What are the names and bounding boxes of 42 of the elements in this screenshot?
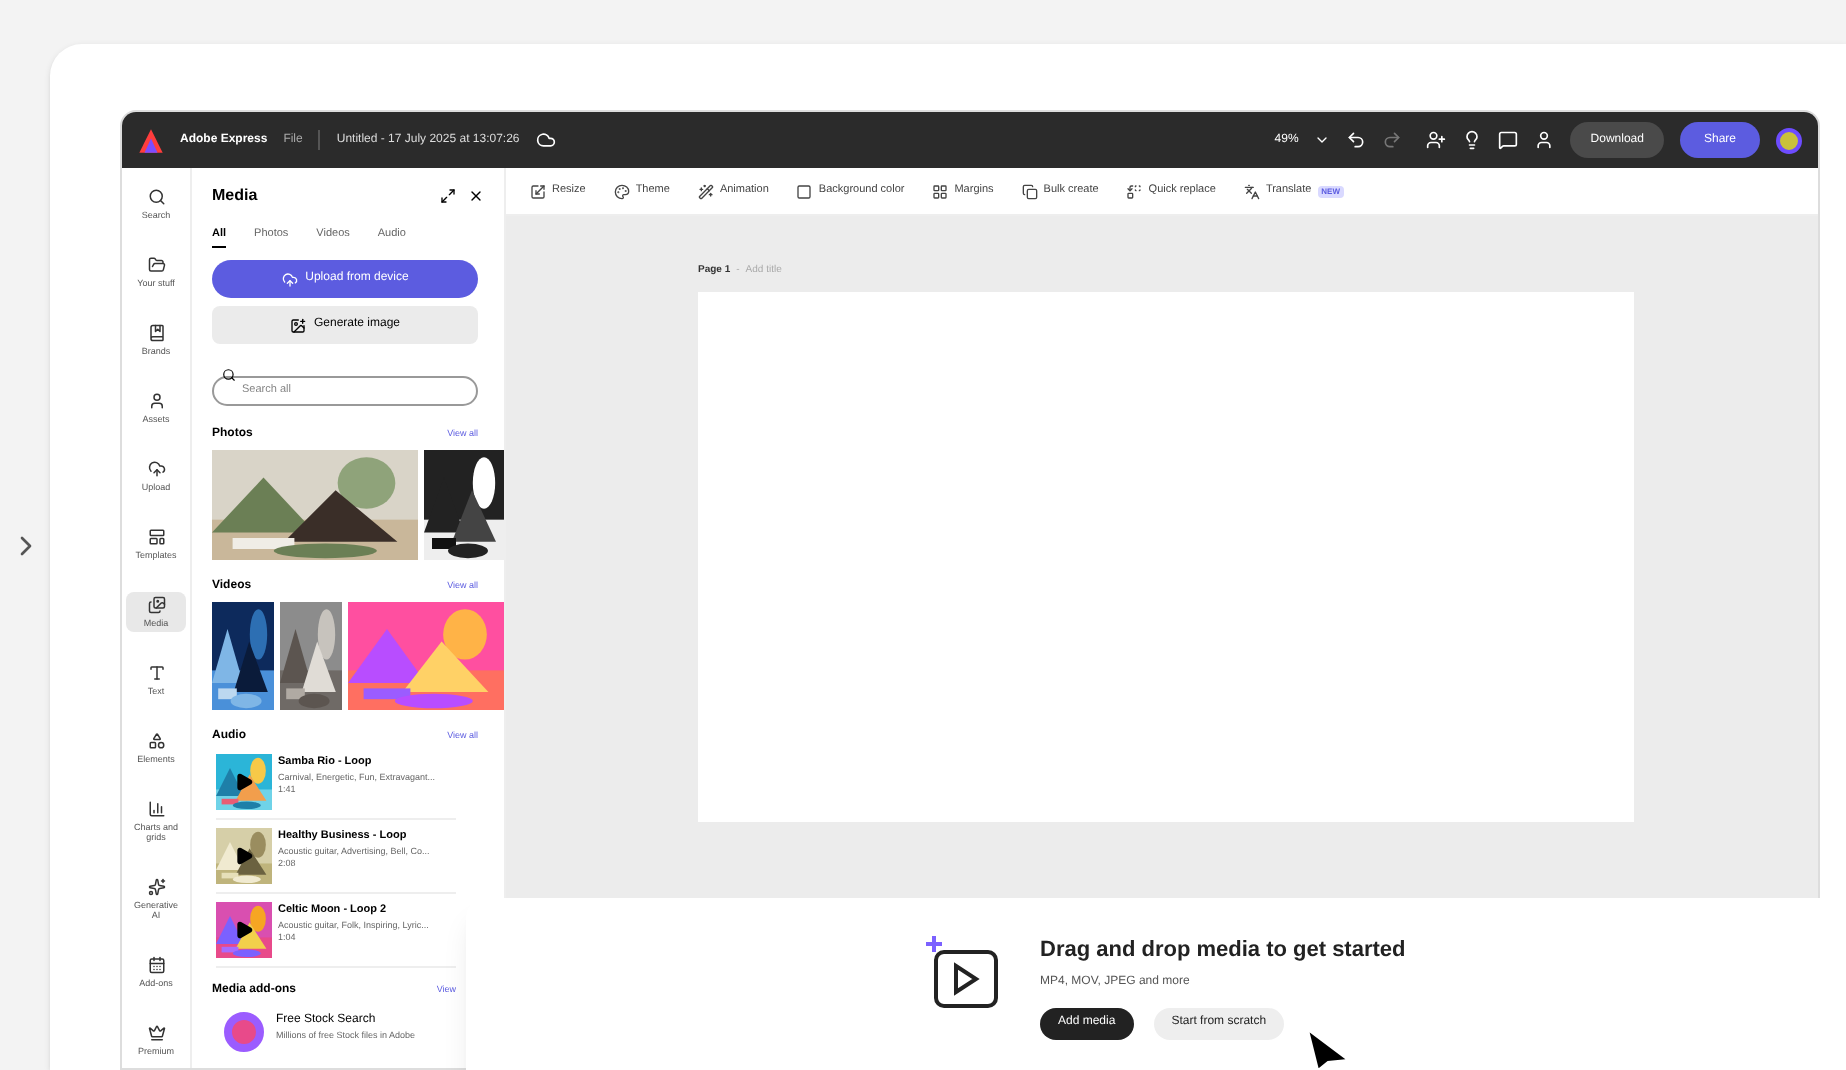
- person-icon: [147, 392, 165, 410]
- folder-icon: [147, 256, 165, 274]
- play-icon[interactable]: [234, 920, 254, 941]
- search-icon: [147, 188, 165, 206]
- calendar-icon: [147, 956, 165, 974]
- search-icon: [222, 368, 236, 383]
- book-icon: [147, 324, 165, 342]
- undo-icon[interactable]: [1346, 130, 1367, 150]
- avatar[interactable]: [1776, 127, 1802, 153]
- layout-icon: [147, 528, 165, 546]
- person-icon[interactable]: [1534, 130, 1555, 150]
- logo-icon: [138, 127, 164, 153]
- play-icon[interactable]: [234, 772, 254, 793]
- images-icon: [147, 596, 165, 614]
- copy-icon: [1021, 183, 1038, 199]
- resize-icon: [530, 183, 546, 199]
- shapes-icon: [147, 732, 165, 750]
- replace-icon: [1126, 183, 1143, 199]
- grid-icon: [932, 183, 949, 199]
- text-icon: [147, 664, 165, 682]
- translate-icon: [1243, 183, 1260, 199]
- panel-title: Media: [212, 184, 260, 208]
- redo-icon[interactable]: [1382, 130, 1403, 150]
- comment-icon[interactable]: [1498, 130, 1519, 150]
- invite-icon[interactable]: [1426, 130, 1447, 150]
- crown-icon: [147, 1024, 165, 1042]
- image-plus-icon: [289, 317, 306, 334]
- drop-heading: Drag and drop media to get started: [1040, 936, 1406, 966]
- cloud-icon[interactable]: [535, 130, 556, 150]
- close-icon[interactable]: [468, 188, 484, 204]
- addon-logo-icon: [224, 1012, 264, 1053]
- play-icon[interactable]: [234, 846, 254, 867]
- square-icon: [796, 183, 813, 199]
- cloud-upload-icon: [147, 460, 165, 478]
- lightbulb-icon[interactable]: [1462, 130, 1483, 150]
- cloud-upload-icon: [281, 271, 298, 288]
- palette-icon: [613, 183, 630, 199]
- expand-icon[interactable]: [440, 188, 456, 204]
- chart-icon: [147, 800, 165, 818]
- sparkles-icon: [147, 878, 165, 896]
- chevron-down-icon[interactable]: [1314, 132, 1331, 148]
- wand-icon: [697, 183, 714, 199]
